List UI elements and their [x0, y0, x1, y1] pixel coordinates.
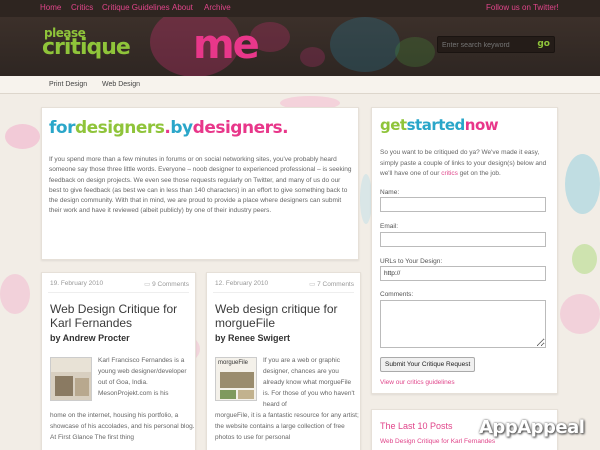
heading-get: get	[380, 116, 407, 134]
thumb-label: morgueFile	[218, 360, 249, 366]
get-started-text: So you want to be critiqued do ya? We've…	[380, 148, 552, 180]
post-comments-link[interactable]: ▭ 9 Comments	[144, 280, 189, 288]
logo-critique-text[interactable]: critique	[42, 35, 131, 60]
post-comments-link[interactable]: ▭ 7 Comments	[309, 280, 354, 288]
post-title-link[interactable]: Web Design Critique for Karl Fernandes	[50, 302, 195, 330]
post-thumbnail-image[interactable]	[50, 357, 92, 401]
tagline-designers-2: designers	[192, 118, 283, 138]
tagline-end: .	[282, 118, 289, 138]
get-started-panel: getstartednow So you want to be critique…	[371, 107, 558, 394]
header-splatter	[300, 47, 325, 67]
post-excerpt: Karl Francisco Fernandes is a young web …	[98, 357, 187, 397]
post-divider	[48, 292, 189, 293]
nav-home-link[interactable]: Home	[40, 3, 61, 12]
post-excerpt-continued: home on the internet, housing his portfo…	[50, 412, 195, 441]
post-comments-count: 9 Comments	[152, 281, 189, 288]
post-excerpt-continued: morgueFile, it is a fantastic resource f…	[215, 412, 359, 441]
submit-critique-button[interactable]: Submit Your Critique Request	[380, 357, 476, 372]
twitter-follow-link[interactable]: Follow us on Twitter!	[486, 3, 559, 12]
email-field[interactable]	[380, 232, 546, 247]
get-started-text-after: get on the job.	[457, 170, 501, 177]
last-post-link[interactable]: Web Design Critique for Karl Fernandes	[380, 438, 495, 445]
get-started-heading: getstartednow	[380, 116, 499, 134]
bg-splat	[560, 294, 600, 334]
name-field[interactable]	[380, 197, 546, 212]
appappeal-watermark: AppAppeal	[479, 417, 585, 438]
last-posts-heading: The Last 10 Posts	[380, 421, 453, 431]
intro-paragraph: If you spend more than a few minutes in …	[49, 156, 352, 215]
bg-splat	[5, 124, 40, 149]
critics-guidelines-link[interactable]: View our critics guidelines	[380, 379, 455, 386]
post-date: 19. February 2010	[50, 280, 104, 287]
tagline-by: by	[170, 118, 193, 138]
post-title-link[interactable]: Web design critique for morgueFile	[215, 302, 360, 330]
post-author: by Renee Swigert	[215, 333, 291, 343]
email-label: Email:	[380, 223, 399, 230]
post-author: by Andrew Procter	[50, 333, 130, 343]
post-excerpt: If you are a web or graphic designer, ch…	[263, 357, 355, 408]
comment-icon: ▭	[144, 281, 151, 288]
header-splatter	[395, 37, 435, 67]
category-web-design[interactable]: Web Design	[102, 81, 140, 88]
nav-critics-link[interactable]: Critics	[71, 3, 93, 12]
search-box: go	[437, 36, 555, 53]
site-header: please critique me go	[0, 17, 600, 76]
thumb-figure	[75, 378, 89, 396]
tagline-heading: fordesigners.bydesigners.	[49, 118, 289, 138]
top-nav-bar: Home Critics Critique Guidelines About A…	[0, 0, 600, 17]
nav-critique-guidelines-link[interactable]: Critique Guidelines	[102, 3, 170, 12]
search-input[interactable]	[442, 40, 538, 51]
critics-link[interactable]: critics	[441, 170, 458, 177]
thumb-header	[51, 358, 91, 372]
heading-started: started	[406, 116, 466, 134]
intro-panel: fordesigners.bydesigners. If you spend m…	[41, 107, 359, 260]
comments-label: Comments:	[380, 291, 414, 298]
thumb-figure	[55, 376, 73, 396]
url-label: URLs to Your Design:	[380, 258, 443, 265]
post-date: 12. February 2010	[215, 280, 269, 287]
category-nav: Print Design Web Design	[0, 76, 600, 94]
tagline-for: for	[49, 118, 75, 138]
header-splatter	[330, 17, 400, 72]
nav-archive-link[interactable]: Archive	[204, 3, 231, 12]
thumb-photo	[220, 390, 236, 399]
thumb-photo	[220, 372, 254, 388]
thumb-photo	[238, 390, 254, 399]
post-thumbnail-image[interactable]: morgueFile	[215, 357, 257, 401]
bg-splat	[572, 244, 597, 274]
category-print-design[interactable]: Print Design	[49, 81, 87, 88]
tagline-designers-1: designers	[74, 118, 165, 138]
logo-me-text[interactable]: me	[193, 25, 260, 65]
heading-now: now	[464, 116, 499, 134]
post-card: 19. February 2010 ▭ 9 Comments Web Desig…	[41, 272, 196, 450]
comment-icon: ▭	[309, 281, 316, 288]
bg-splat	[565, 154, 600, 214]
post-comments-count: 7 Comments	[317, 281, 354, 288]
comments-field[interactable]	[380, 300, 546, 348]
name-label: Name:	[380, 189, 400, 196]
post-card: 12. February 2010 ▭ 7 Comments Web desig…	[206, 272, 361, 450]
design-url-field[interactable]	[380, 266, 546, 281]
bg-splat	[0, 274, 30, 314]
go-arrow-icon[interactable]: go	[537, 39, 550, 49]
post-divider	[213, 292, 354, 293]
nav-about-link[interactable]: About	[172, 3, 193, 12]
